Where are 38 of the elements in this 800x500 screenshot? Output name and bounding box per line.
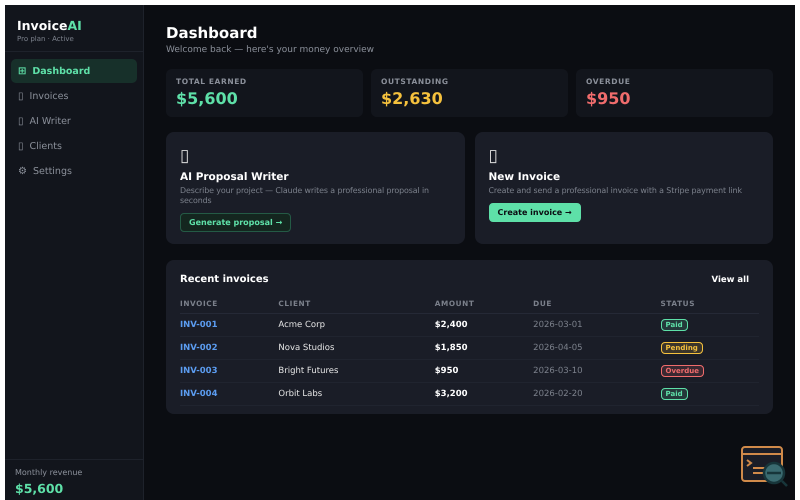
stat-value: $2,630 <box>381 89 444 108</box>
amount: $950 <box>434 366 458 376</box>
invoice-link[interactable]: INV-004 <box>180 389 218 399</box>
client-name: Nova Studios <box>278 343 334 353</box>
card-icon: ▯ <box>488 146 759 166</box>
card-title: AI Proposal Writer <box>180 171 290 183</box>
view-all-link[interactable]: View all <box>712 274 749 284</box>
invoice-link[interactable]: INV-002 <box>180 343 218 353</box>
amount: $1,850 <box>434 343 468 353</box>
nav-item[interactable]: ⚙ Settings <box>11 159 137 183</box>
panel-title: Recent invoices <box>180 274 269 285</box>
client-name: Acme Corp <box>278 320 325 330</box>
revenue-label: Monthly revenue <box>15 468 84 477</box>
due-date: 2026-04-05 <box>533 343 583 353</box>
nav-item[interactable]: ▯ AI Writer <box>11 109 137 133</box>
revenue-value: $5,600 <box>15 481 64 496</box>
stat-value: $950 <box>586 89 632 108</box>
client-name: Orbit Labs <box>278 389 322 399</box>
action-button[interactable]: Create invoice → <box>488 203 581 222</box>
nav-item[interactable]: ▯ Clients <box>11 134 137 158</box>
amount: $3,200 <box>434 389 468 399</box>
due-date: 2026-03-10 <box>533 366 583 376</box>
action-button[interactable]: Generate proposal → <box>180 213 292 232</box>
stat-value: $5,600 <box>176 89 239 108</box>
due-date: 2026-02-20 <box>533 389 583 399</box>
nav-item[interactable]: ⊞ Dashboard <box>11 59 137 83</box>
brand-logo: InvoiceAI <box>17 18 83 33</box>
client-name: Bright Futures <box>278 366 338 376</box>
amount: $2,400 <box>434 320 468 330</box>
card-title: New Invoice <box>488 171 562 183</box>
page-subtitle: Welcome back — here's your money overview <box>166 45 376 55</box>
nav-item[interactable]: ▯ Invoices <box>11 84 137 108</box>
invoice-link[interactable]: INV-003 <box>180 366 218 376</box>
card-icon: ▯ <box>180 146 450 166</box>
page-title: Dashboard <box>166 24 258 42</box>
due-date: 2026-03-01 <box>533 320 583 330</box>
browser-search-icon[interactable] <box>741 446 789 488</box>
invoice-link[interactable]: INV-001 <box>180 320 218 330</box>
